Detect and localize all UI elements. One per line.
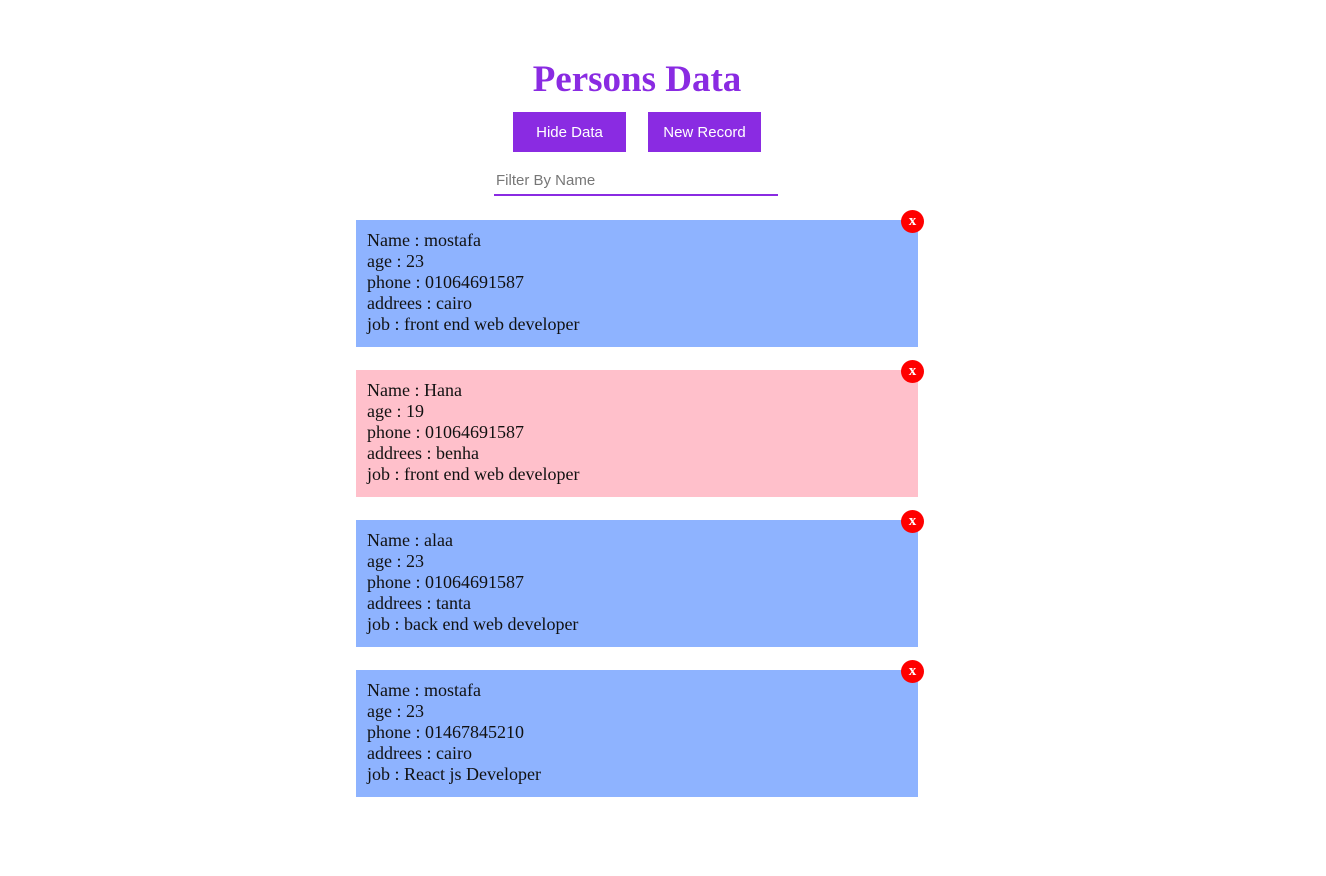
person-age: age : 23: [367, 251, 424, 271]
person-address: addrees : cairo: [367, 743, 472, 763]
page-title: Persons Data: [532, 59, 742, 100]
delete-person-button[interactable]: x: [901, 660, 924, 683]
delete-person-button[interactable]: x: [901, 360, 924, 383]
person-phone: phone : 01467845210: [367, 722, 524, 742]
new-record-button[interactable]: New Record: [648, 112, 761, 152]
person-name: Name : mostafa: [367, 680, 481, 700]
person-card: Name : Hana age : 19 phone : 01064691587…: [356, 360, 924, 497]
person-age: age : 23: [367, 701, 424, 721]
person-address: addrees : tanta: [367, 593, 471, 613]
person-card: Name : mostafa age : 23 phone : 01467845…: [356, 660, 924, 797]
hide-data-button[interactable]: Hide Data: [513, 112, 626, 152]
person-job: job : back end web developer: [367, 614, 579, 634]
person-age: age : 23: [367, 551, 424, 571]
person-job: job : front end web developer: [367, 314, 580, 334]
person-card: Name : alaa age : 23 phone : 01064691587…: [356, 510, 924, 647]
person-phone: phone : 01064691587: [367, 422, 524, 442]
delete-person-button[interactable]: x: [901, 210, 924, 233]
person-job: job : front end web developer: [367, 464, 580, 484]
person-age: age : 19: [367, 401, 424, 421]
person-job: job : React js Developer: [367, 764, 541, 784]
delete-person-button[interactable]: x: [901, 510, 924, 533]
person-address: addrees : cairo: [367, 293, 472, 313]
person-address: addrees : benha: [367, 443, 479, 463]
person-card: Name : mostafa age : 23 phone : 01064691…: [356, 210, 924, 347]
filter-by-name-input[interactable]: [494, 166, 778, 196]
person-name: Name : Hana: [367, 380, 462, 400]
person-name: Name : alaa: [367, 530, 453, 550]
person-name: Name : mostafa: [367, 230, 481, 250]
person-phone: phone : 01064691587: [367, 572, 524, 592]
person-phone: phone : 01064691587: [367, 272, 524, 292]
